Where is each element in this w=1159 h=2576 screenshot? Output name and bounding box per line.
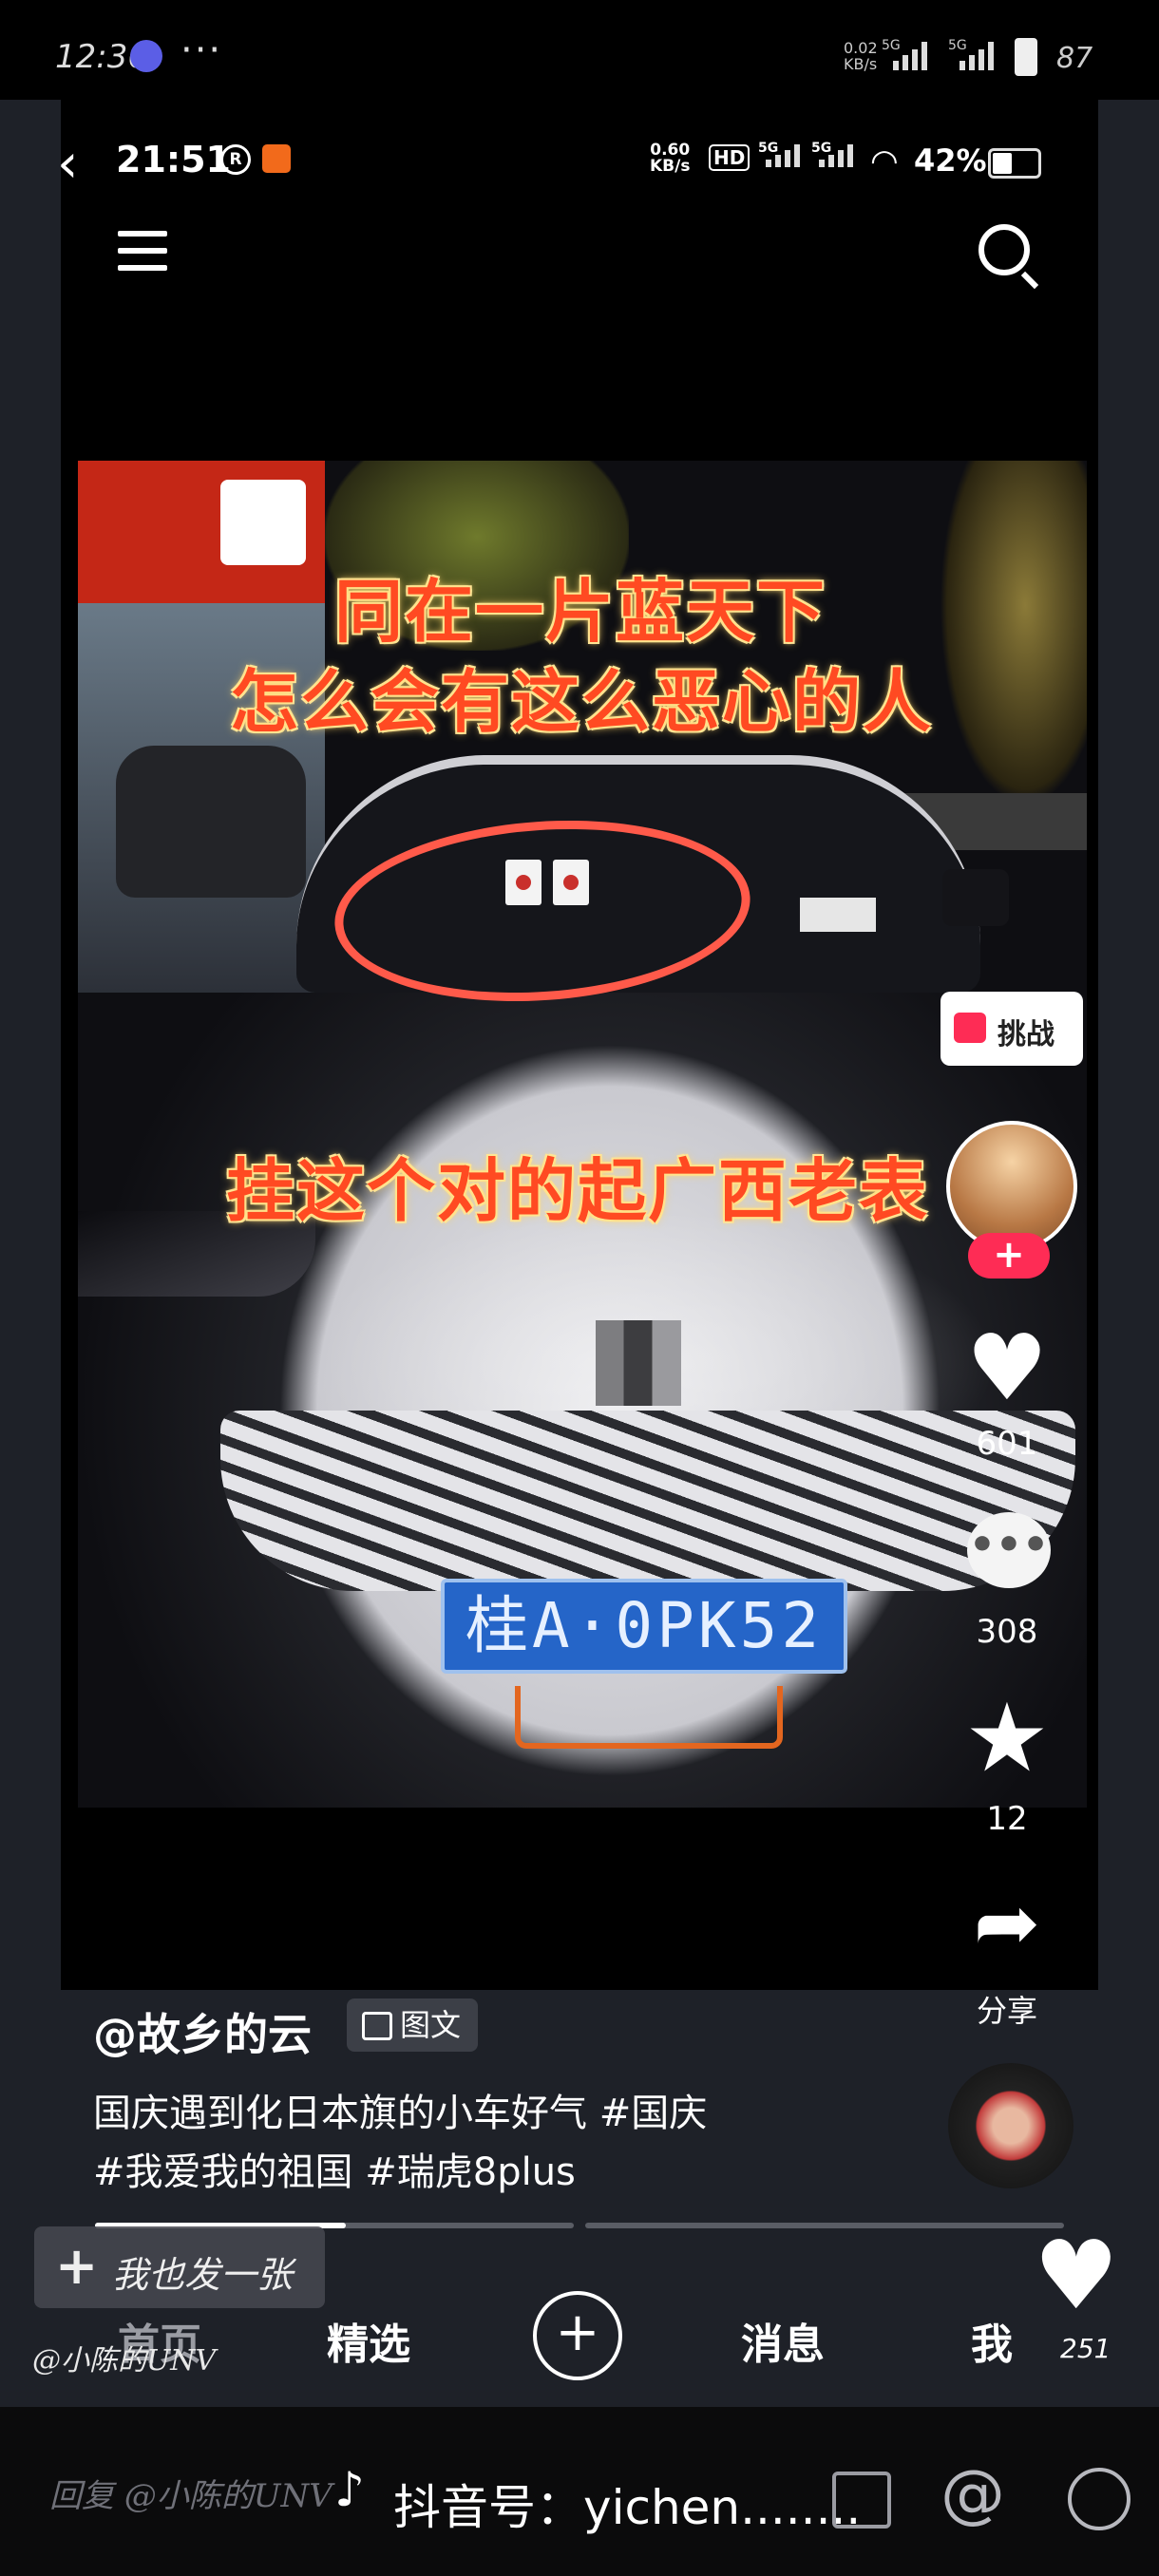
wifi-icon: ◠: [870, 142, 899, 180]
watermark: @小陈的UNV: [32, 2344, 217, 2377]
bottom-like-count: 251: [1060, 2333, 1112, 2364]
nav-messages[interactable]: 消息: [741, 2310, 825, 2371]
at-icon[interactable]: @: [940, 2456, 1005, 2531]
inner-battery-level: 42%: [914, 142, 987, 179]
blurred-logo: [596, 1320, 681, 1406]
heart-icon[interactable]: ♥: [1034, 2228, 1119, 2323]
inner-signal-icon: [766, 144, 800, 167]
outer-battery-level: 87: [1056, 42, 1093, 75]
post-type-label: 图文: [400, 2007, 462, 2043]
inner-time: 21:51: [116, 139, 231, 180]
challenge-button[interactable]: 挑战: [940, 992, 1083, 1066]
search-icon[interactable]: [978, 224, 1039, 290]
favorite-count: 12: [986, 1800, 1028, 1838]
back-icon[interactable]: ‹: [57, 133, 78, 195]
heart-icon[interactable]: ♥: [964, 1322, 1050, 1413]
challenge-label: 挑战: [998, 1018, 1054, 1051]
caption-line-1: 同在一片蓝天下: [334, 572, 827, 652]
post-too-label: 我也发一张: [112, 2254, 294, 2296]
tiktok-logo-icon: ♪: [334, 2462, 365, 2517]
outer-status-bar: 12:36 ··· 0.02 KB/s 5G 5G 87: [0, 0, 1159, 100]
app-icon: [262, 144, 291, 173]
post-type-badge: 图文: [347, 1998, 479, 2052]
dashboard-paper: [800, 898, 876, 932]
image-icon: [362, 2012, 392, 2040]
side-mirror: [942, 869, 1009, 926]
share-label: 分享: [976, 1993, 1037, 2029]
signal-icon-2: [960, 42, 994, 70]
nav-create-button[interactable]: +: [533, 2291, 622, 2380]
image-progress-2: [585, 2223, 1064, 2228]
more-notifications-icon: ···: [180, 28, 223, 72]
author-name[interactable]: @故乡的云: [93, 2000, 312, 2063]
nav-featured[interactable]: 精选: [327, 2310, 410, 2371]
inner-net-rate: 0.60 KB/s: [650, 141, 691, 176]
post-too-button[interactable]: + 我也发一张: [34, 2226, 325, 2308]
caption-line-3: 挂这个对的起广西老表: [226, 1151, 930, 1231]
front-lip: [515, 1686, 783, 1749]
music-disc[interactable]: [948, 2063, 1074, 2188]
image-icon[interactable]: [832, 2472, 891, 2529]
description-line-2: #我爱我的祖国 #瑞虎8plus: [93, 2150, 576, 2194]
license-plate: 桂A·0PK52: [441, 1579, 847, 1674]
emoji-icon[interactable]: [1068, 2468, 1130, 2530]
camera-icon: [954, 1013, 986, 1043]
caption-line-2: 怎么会有这么恶心的人: [230, 662, 934, 742]
like-count: 601: [976, 1425, 1038, 1463]
comment-icon[interactable]: •••: [967, 1512, 1051, 1588]
share-icon[interactable]: ➦: [964, 1883, 1050, 1962]
scooter: [116, 746, 306, 898]
star-icon[interactable]: ★: [964, 1691, 1050, 1786]
plus-icon: +: [55, 2236, 99, 2296]
background-lights: [933, 461, 1087, 822]
inner-battery-icon: [988, 148, 1041, 179]
outer-net-rate: 0.02 KB/s: [844, 39, 878, 73]
reply-input[interactable]: 回复 @小陈的UNV: [49, 2470, 332, 2516]
battery-icon: [1015, 38, 1037, 76]
hd-icon: HD: [709, 144, 750, 171]
description-line-1: 国庆遇到化日本旗的小车好气 #国庆: [93, 2092, 708, 2135]
follow-button[interactable]: +: [968, 1233, 1050, 1279]
r-badge-icon: R: [220, 144, 251, 175]
signal-icon: [893, 42, 927, 70]
app-notification-icon: [130, 40, 162, 72]
nav-me[interactable]: 我: [971, 2310, 1013, 2371]
inner-signal-icon-2: [819, 144, 853, 167]
hamburger-icon[interactable]: [118, 231, 167, 282]
comment-count: 308: [976, 1613, 1038, 1651]
douyin-id: 抖音号：yichen........: [393, 2480, 862, 2535]
